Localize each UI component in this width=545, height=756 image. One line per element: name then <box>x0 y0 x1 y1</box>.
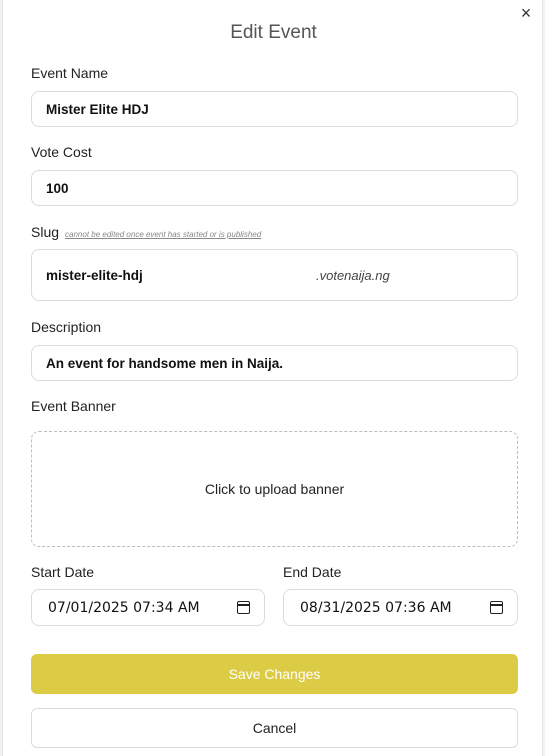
event-banner-label: Event Banner <box>31 398 116 414</box>
modal-title: Edit Event <box>230 22 317 43</box>
start-date-value: 07/01/2025 07:34 AM <box>48 599 200 616</box>
slug-domain-suffix: .votenaija.ng <box>316 267 390 283</box>
slug-field[interactable]: mister-elite-hdj .votenaija.ng <box>31 249 518 301</box>
calendar-icon[interactable] <box>237 601 250 614</box>
description-label: Description <box>31 319 102 335</box>
save-changes-button[interactable]: Save Changes <box>31 654 518 694</box>
close-icon[interactable]: × <box>517 4 535 22</box>
slug-label: Slug <box>31 224 60 240</box>
slug-hint: cannot be edited once event has started … <box>65 230 262 239</box>
vote-cost-value: 100 <box>46 180 69 196</box>
edit-event-modal: × Edit Event Event Name Mister Elite HDJ… <box>2 0 543 756</box>
banner-upload-text: Click to upload banner <box>204 481 345 497</box>
slug-value: mister-elite-hdj <box>46 267 143 283</box>
event-name-value: Mister Elite HDJ <box>46 101 149 117</box>
start-date-label: Start Date <box>31 564 95 580</box>
event-name-field[interactable]: Mister Elite HDJ <box>31 91 518 127</box>
description-value: An event for handsome men in Naija. <box>46 355 284 371</box>
slug-label-row: Slug cannot be edited once event has star… <box>31 224 261 240</box>
calendar-icon[interactable] <box>490 601 503 614</box>
start-date-input[interactable]: 07/01/2025 07:34 AM <box>31 589 265 626</box>
vote-cost-field[interactable]: 100 <box>31 170 518 206</box>
event-name-label: Event Name <box>31 65 109 81</box>
end-date-label: End Date <box>283 564 342 580</box>
end-date-input[interactable]: 08/31/2025 07:36 AM <box>283 589 518 626</box>
cancel-button[interactable]: Cancel <box>31 708 518 748</box>
description-field[interactable]: An event for handsome men in Naija. <box>31 345 518 381</box>
vote-cost-label: Vote Cost <box>31 144 92 160</box>
banner-upload-area[interactable]: Click to upload banner <box>31 431 518 547</box>
end-date-value: 08/31/2025 07:36 AM <box>300 599 452 616</box>
